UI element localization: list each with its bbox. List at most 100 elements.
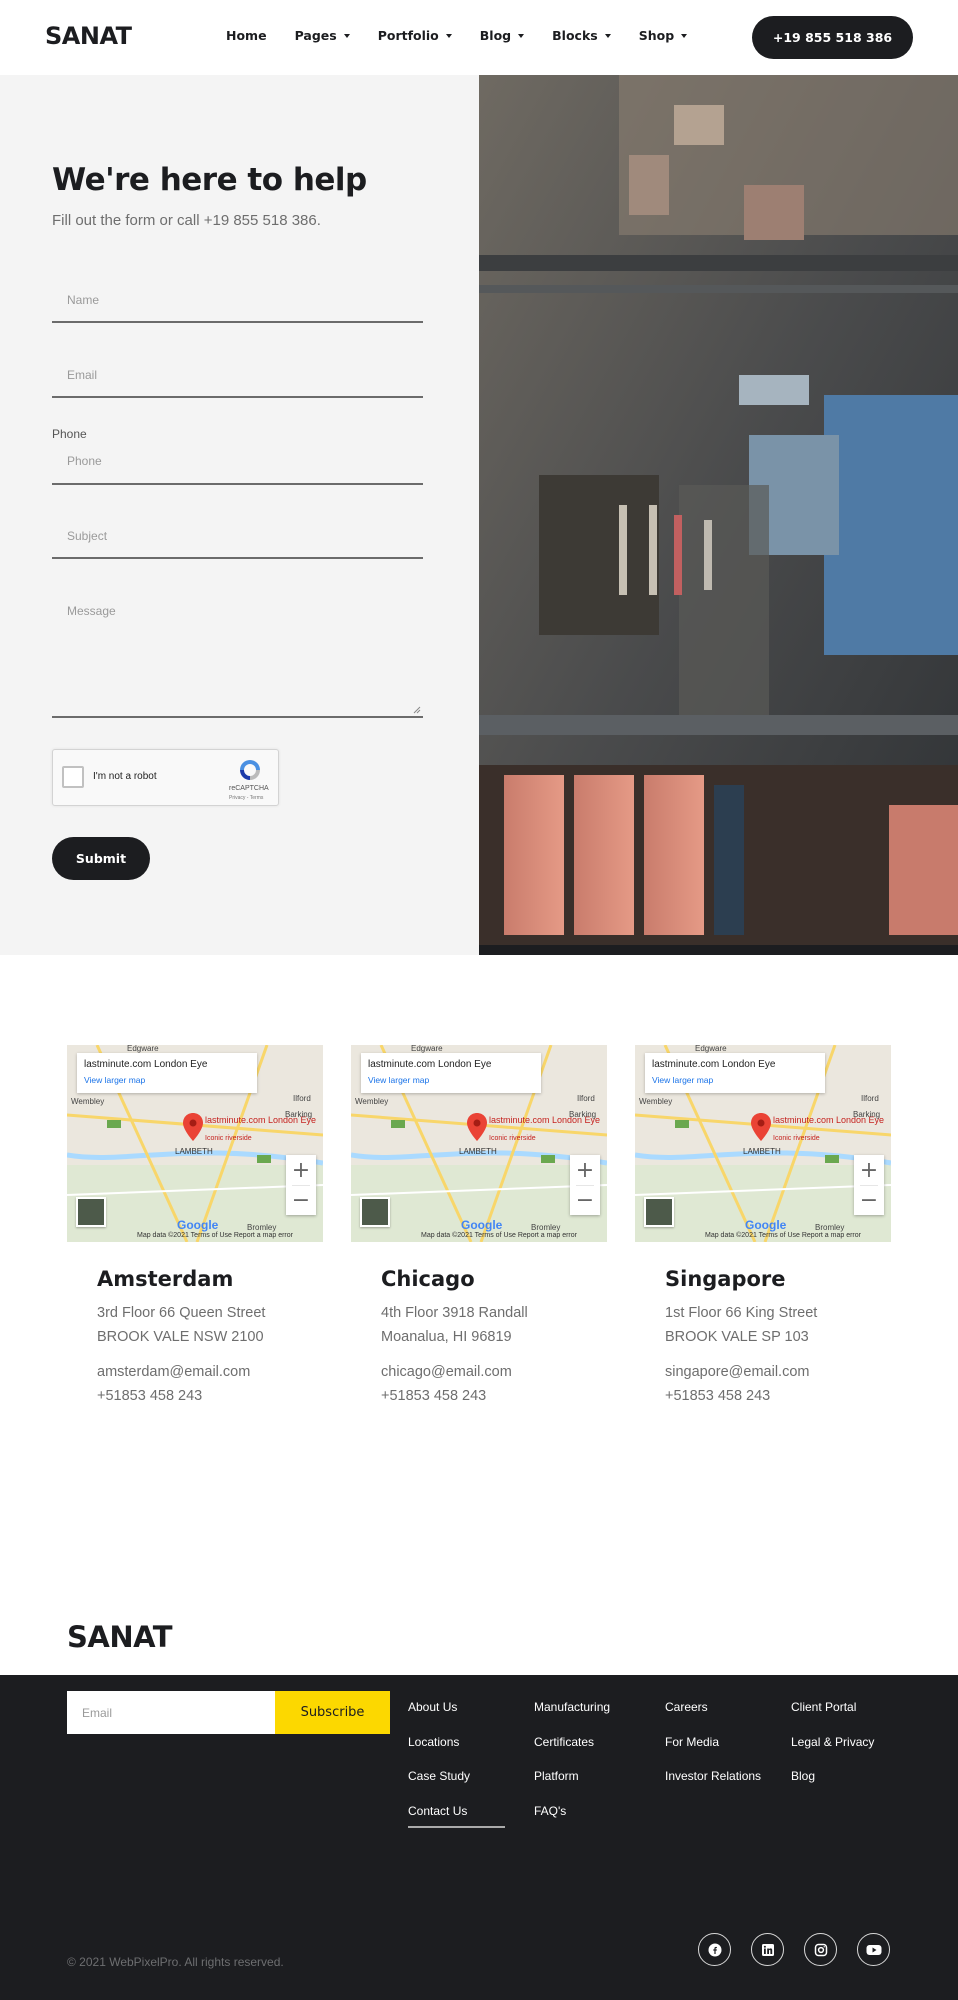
pin-sublabel: Iconic riverside bbox=[205, 1135, 252, 1142]
nav-item-blog[interactable]: Blog bbox=[480, 28, 525, 43]
office-email[interactable]: amsterdam@email.com bbox=[97, 1364, 250, 1380]
map-footer: Map data ©2021 Terms of Use Report a map… bbox=[705, 1232, 861, 1239]
recaptcha-brand: reCAPTCHA bbox=[229, 785, 269, 792]
footer-link-locations[interactable]: Locations bbox=[408, 1735, 459, 1749]
youtube-icon bbox=[866, 1944, 881, 1955]
recaptcha-terms-link[interactable]: Privacy - Terms bbox=[229, 795, 263, 801]
office-address-line2: Moanalua, HI 96819 bbox=[381, 1329, 512, 1345]
google-logo: Google bbox=[461, 1218, 503, 1232]
linkedin-link[interactable] bbox=[751, 1933, 784, 1966]
map-area-label: Wembley bbox=[639, 1097, 673, 1106]
office-address-line1: 1st Floor 66 King Street bbox=[665, 1305, 818, 1321]
view-larger-map-link[interactable]: View larger map bbox=[368, 1075, 429, 1085]
map-area-label: Barking bbox=[285, 1110, 313, 1119]
zoom-out-button[interactable]: − bbox=[854, 1185, 884, 1215]
caret-down-icon bbox=[343, 33, 350, 38]
subject-placeholder: Subject bbox=[67, 529, 108, 543]
pin-sublabel: Iconic riverside bbox=[489, 1135, 536, 1142]
office-city: Singapore bbox=[665, 1267, 786, 1291]
zoom-in-button[interactable]: + bbox=[570, 1155, 600, 1185]
linkedin-icon bbox=[761, 1943, 774, 1956]
office-email[interactable]: chicago@email.com bbox=[381, 1364, 512, 1380]
youtube-link[interactable] bbox=[857, 1933, 890, 1966]
site-logo[interactable]: SANAT bbox=[45, 22, 132, 50]
office-map[interactable]: lastminute.com London Eye Iconic riversi… bbox=[67, 1045, 323, 1242]
site-footer: Email Subscribe About Us Locations Case … bbox=[0, 1675, 958, 2000]
nav-item-pages[interactable]: Pages bbox=[295, 28, 350, 43]
caret-down-icon bbox=[604, 33, 611, 38]
nav-item-portfolio[interactable]: Portfolio bbox=[378, 28, 452, 43]
office-address-line1: 3rd Floor 66 Queen Street bbox=[97, 1305, 266, 1321]
footer-link-blog[interactable]: Blog bbox=[791, 1769, 815, 1783]
message-placeholder: Message bbox=[67, 604, 116, 618]
satellite-toggle[interactable] bbox=[360, 1197, 390, 1227]
site-header: SANAT Home Pages Portfolio Blog Blocks S… bbox=[0, 0, 958, 75]
office-email[interactable]: singapore@email.com bbox=[665, 1364, 809, 1380]
map-area-label: Edgware bbox=[695, 1045, 727, 1053]
footer-link-manufacturing[interactable]: Manufacturing bbox=[534, 1700, 610, 1714]
footer-link-for-media[interactable]: For Media bbox=[665, 1735, 719, 1749]
phone-button[interactable]: +19 855 518 386 bbox=[752, 16, 913, 59]
office-phone[interactable]: +51853 458 243 bbox=[381, 1388, 486, 1404]
office-phone[interactable]: +51853 458 243 bbox=[665, 1388, 770, 1404]
google-logo: Google bbox=[745, 1218, 787, 1232]
nav-item-shop[interactable]: Shop bbox=[639, 28, 688, 43]
zoom-in-button[interactable]: + bbox=[854, 1155, 884, 1185]
view-larger-map-link[interactable]: View larger map bbox=[652, 1075, 713, 1085]
recaptcha-checkbox[interactable] bbox=[62, 766, 84, 788]
satellite-toggle[interactable] bbox=[76, 1197, 106, 1227]
map-zoom-control: + − bbox=[286, 1155, 316, 1215]
footer-link-legal-privacy[interactable]: Legal & Privacy bbox=[791, 1735, 874, 1749]
newsletter-email-input[interactable]: Email bbox=[67, 1691, 275, 1734]
office-map[interactable]: lastminute.com London Eye Iconic riversi… bbox=[635, 1045, 891, 1242]
map-area-label: LAMBETH bbox=[175, 1147, 213, 1156]
facebook-link[interactable] bbox=[698, 1933, 731, 1966]
footer-logo[interactable]: SANAT bbox=[67, 1620, 173, 1654]
footer-link-case-study[interactable]: Case Study bbox=[408, 1769, 470, 1783]
map-area-label: Bromley bbox=[531, 1223, 561, 1232]
nav-item-blocks[interactable]: Blocks bbox=[552, 28, 611, 43]
map-area-label: Barking bbox=[569, 1110, 597, 1119]
email-field[interactable]: Email bbox=[52, 353, 423, 398]
view-larger-map-link[interactable]: View larger map bbox=[84, 1075, 145, 1085]
zoom-out-button[interactable]: − bbox=[286, 1185, 316, 1215]
phone-field[interactable]: Phone bbox=[52, 440, 423, 485]
map-footer: Map data ©2021 Terms of Use Report a map… bbox=[137, 1232, 293, 1239]
submit-button[interactable]: Submit bbox=[52, 837, 150, 880]
map-pin-icon[interactable] bbox=[751, 1113, 771, 1141]
office-map[interactable]: lastminute.com London Eye Iconic riversi… bbox=[351, 1045, 607, 1242]
aerial-port-image bbox=[479, 75, 958, 955]
main-nav: Home Pages Portfolio Blog Blocks Shop bbox=[226, 28, 715, 43]
caret-down-icon bbox=[445, 33, 452, 38]
footer-link-platform[interactable]: Platform bbox=[534, 1769, 579, 1783]
footer-link-contact-us[interactable]: Contact Us bbox=[408, 1804, 467, 1818]
facebook-icon bbox=[708, 1943, 721, 1956]
zoom-in-button[interactable]: + bbox=[286, 1155, 316, 1185]
map-area-label: Ilford bbox=[293, 1094, 311, 1103]
subject-field[interactable]: Subject bbox=[52, 514, 423, 559]
zoom-out-button[interactable]: − bbox=[570, 1185, 600, 1215]
name-field[interactable]: Name bbox=[52, 278, 423, 323]
nav-item-home[interactable]: Home bbox=[226, 28, 267, 43]
footer-link-about-us[interactable]: About Us bbox=[408, 1700, 457, 1714]
footer-link-investor-relations[interactable]: Investor Relations bbox=[665, 1769, 761, 1783]
message-field[interactable]: Message bbox=[52, 589, 423, 718]
office-phone[interactable]: +51853 458 243 bbox=[97, 1388, 202, 1404]
footer-link-careers[interactable]: Careers bbox=[665, 1700, 708, 1714]
footer-link-certificates[interactable]: Certificates bbox=[534, 1735, 594, 1749]
map-place-card: lastminute.com London Eye View larger ma… bbox=[645, 1053, 825, 1093]
map-pin-icon[interactable] bbox=[183, 1113, 203, 1141]
map-area-label: Ilford bbox=[577, 1094, 595, 1103]
office-address-line1: 4th Floor 3918 Randall bbox=[381, 1305, 528, 1321]
footer-link-faqs[interactable]: FAQ's bbox=[534, 1804, 566, 1818]
subscribe-button[interactable]: Subscribe bbox=[275, 1691, 390, 1734]
map-pin-icon[interactable] bbox=[467, 1113, 487, 1141]
resize-grip-icon[interactable] bbox=[413, 706, 421, 714]
satellite-toggle[interactable] bbox=[644, 1197, 674, 1227]
map-area-label: Ilford bbox=[861, 1094, 879, 1103]
map-zoom-control: + − bbox=[570, 1155, 600, 1215]
instagram-icon bbox=[814, 1943, 827, 1956]
footer-link-client-portal[interactable]: Client Portal bbox=[791, 1700, 856, 1714]
map-area-label: Wembley bbox=[71, 1097, 105, 1106]
instagram-link[interactable] bbox=[804, 1933, 837, 1966]
